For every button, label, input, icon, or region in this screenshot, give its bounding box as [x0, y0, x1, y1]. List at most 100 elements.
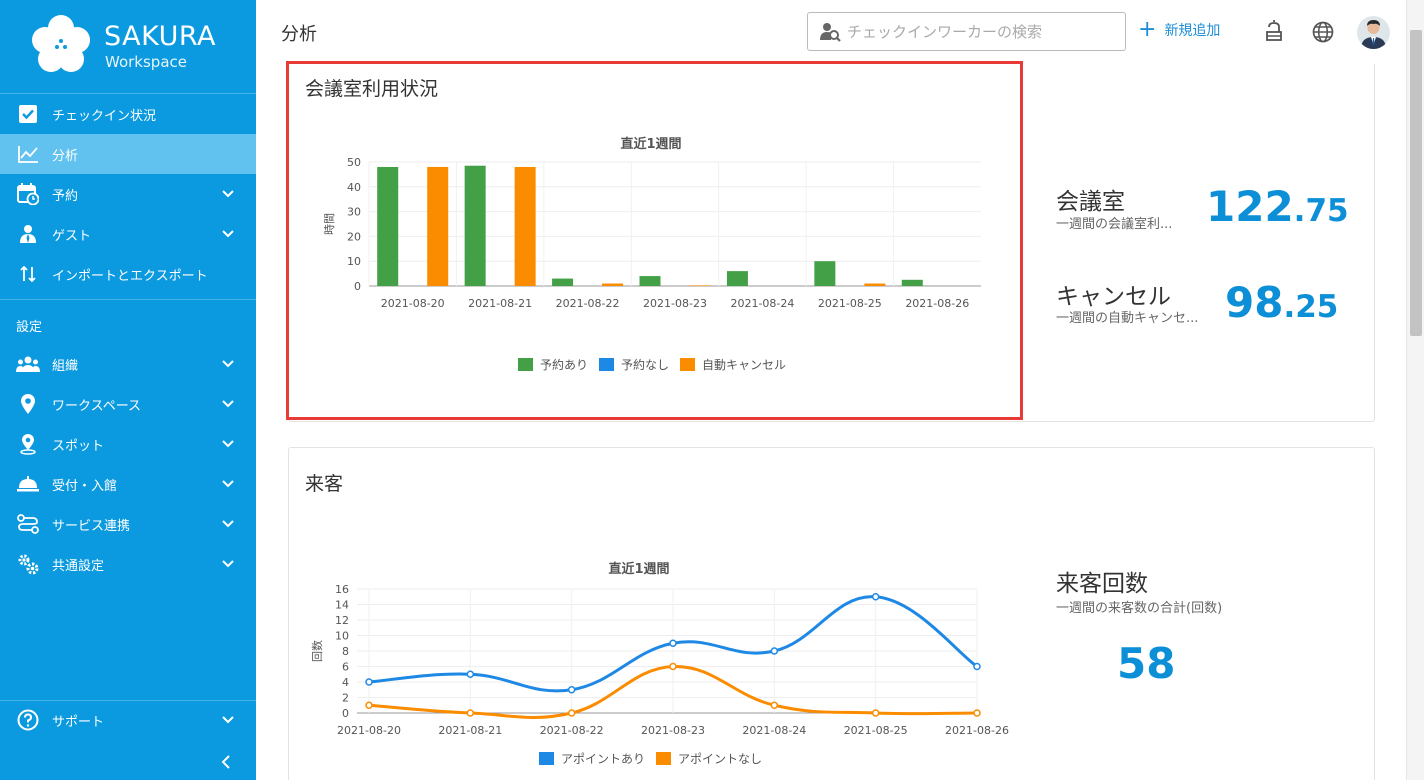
y-tick-label: 40	[347, 181, 361, 194]
sidebar-item-checkin[interactable]: チェックイン状況	[0, 94, 256, 134]
chevron-down-icon	[222, 716, 234, 724]
sidebar-item-common-settings[interactable]: 共通設定	[0, 544, 256, 584]
sidebar-item-import-export[interactable]: インポートとエクスポート	[0, 254, 256, 294]
cancel-stat-value: 98.25	[1225, 278, 1338, 327]
bell-off-icon[interactable]	[1262, 20, 1286, 44]
x-tick-label: 2021-08-21	[438, 724, 502, 737]
meeting-room-stat-value: 122.75	[1206, 182, 1349, 231]
visitors-stat-value: 58	[1117, 639, 1176, 688]
chart-title: 直近1週間	[608, 561, 669, 577]
sidebar-item-label: 予約	[52, 188, 79, 204]
legend-item[interactable]: アポイントなし	[656, 750, 762, 767]
globe-icon[interactable]	[1311, 20, 1335, 44]
sidebar-item-label: サポート	[52, 714, 105, 730]
gears-icon	[16, 552, 40, 576]
spot-pin-icon	[16, 432, 40, 456]
data-point	[669, 662, 677, 671]
legend-swatch	[680, 358, 696, 371]
sidebar-item-label: インポートとエクスポート	[52, 268, 208, 284]
data-point	[973, 709, 981, 717]
people-icon	[16, 352, 40, 376]
sidebar-item-organization[interactable]: 組織	[0, 344, 256, 384]
sidebar-item-support[interactable]: サポート	[0, 700, 256, 740]
legend-swatch	[539, 752, 554, 765]
x-tick-label: 2021-08-20	[381, 297, 445, 310]
meeting-room-stat-desc: 一週間の会議室利...	[1056, 217, 1173, 232]
calendar-icon	[16, 182, 40, 206]
legend-item[interactable]: 予約なし	[599, 356, 669, 373]
chart-title: 直近1週間	[620, 136, 681, 152]
x-tick-label: 2021-08-21	[468, 297, 532, 310]
sidebar: SAKURA Workspace チェックイン状況 分析 予約 ゲスト インポー…	[0, 0, 256, 780]
integration-icon	[16, 512, 40, 536]
user-search-icon	[820, 22, 841, 42]
bar	[514, 166, 536, 286]
sidebar-item-analysis[interactable]: 分析	[0, 134, 256, 174]
y-tick-label: 12	[335, 614, 349, 627]
x-tick-label: 2021-08-24	[742, 724, 806, 737]
guest-icon	[16, 222, 40, 246]
chevron-left-icon[interactable]	[216, 752, 236, 772]
sidebar-item-spot[interactable]: スポット	[0, 424, 256, 464]
brand: SAKURA Workspace	[0, 0, 256, 94]
bar	[639, 276, 661, 286]
sidebar-item-label: ワークスペース	[52, 398, 142, 414]
bar	[814, 261, 836, 286]
x-tick-label: 2021-08-26	[905, 297, 969, 310]
legend-item[interactable]: 自動キャンセル	[680, 356, 786, 373]
chevron-down-icon	[222, 400, 234, 408]
sidebar-item-reservation[interactable]: 予約	[0, 174, 256, 214]
cancel-stat-desc: 一週間の自動キャンセ...	[1056, 311, 1199, 326]
location-pin-icon	[16, 392, 40, 416]
legend-item[interactable]: 予約あり	[518, 356, 588, 373]
visitors-line-chart: 直近1週間回数 0 2 4 6 8 10 12 14 16 2021-08-20 2021-08-21…	[311, 561, 1009, 737]
chevron-down-icon	[222, 360, 234, 368]
x-tick-label: 2021-08-25	[818, 297, 882, 310]
bar-chart-legend: 予約あり 予約なし 自動キャンセル	[518, 356, 797, 373]
add-new-label: 新規追加	[1164, 23, 1221, 39]
sidebar-item-reception[interactable]: 受付・入館	[0, 464, 256, 504]
bar	[602, 283, 624, 286]
add-new-button[interactable]: + 新規追加	[1138, 19, 1221, 41]
bar	[726, 271, 748, 286]
data-point	[466, 709, 475, 717]
y-tick-label: 20	[347, 230, 361, 243]
chevron-down-icon	[222, 190, 234, 198]
bar	[901, 279, 923, 286]
import-export-icon	[16, 262, 40, 286]
search-input[interactable]	[847, 22, 1107, 41]
y-tick-label: 8	[342, 645, 349, 658]
visitors-card: 来客 直近1週間 回数 0 2 4 6 8 10 12 14 16 2021-08-20 2021-08…	[288, 447, 1375, 780]
stat-decimal: .25	[1283, 289, 1339, 325]
legend-label: アポイントなし	[678, 752, 763, 766]
meeting-room-title: 会議室利用状況	[305, 78, 439, 100]
sidebar-item-integration[interactable]: サービス連携	[0, 504, 256, 544]
data-point	[770, 647, 779, 655]
sidebar-item-label: 受付・入館	[52, 478, 118, 494]
line-chart-legend: アポイントあり アポイントなし	[539, 750, 773, 767]
legend-item[interactable]: アポイントあり	[539, 750, 645, 767]
legend-label: 予約あり	[540, 358, 589, 372]
legend-label: アポイントあり	[561, 752, 646, 766]
sidebar-item-label: 組織	[52, 358, 79, 374]
search-box[interactable]	[807, 12, 1126, 51]
y-axis-label: 回数	[311, 640, 324, 662]
page-title: 分析	[281, 24, 317, 45]
sidebar-item-guest[interactable]: ゲスト	[0, 214, 256, 254]
check-square-icon	[16, 102, 40, 126]
legend-label: 予約なし	[621, 358, 670, 372]
sidebar-item-workspace[interactable]: ワークスペース	[0, 384, 256, 424]
y-tick-label: 4	[342, 676, 349, 689]
bar	[552, 278, 574, 286]
meeting-room-stat-title: 会議室	[1056, 189, 1125, 215]
sidebar-item-label: チェックイン状況	[52, 108, 157, 124]
y-tick-label: 30	[347, 206, 361, 219]
x-tick-label: 2021-08-22	[556, 297, 620, 310]
x-tick-label: 2021-08-24	[730, 297, 794, 310]
user-avatar[interactable]	[1357, 16, 1390, 49]
legend-swatch	[656, 752, 672, 765]
page-scrollbar[interactable]	[1406, 0, 1424, 780]
scrollbar-thumb[interactable]	[1410, 30, 1422, 336]
sidebar-item-label: 分析	[52, 148, 79, 164]
y-tick-label: 50	[347, 156, 361, 169]
